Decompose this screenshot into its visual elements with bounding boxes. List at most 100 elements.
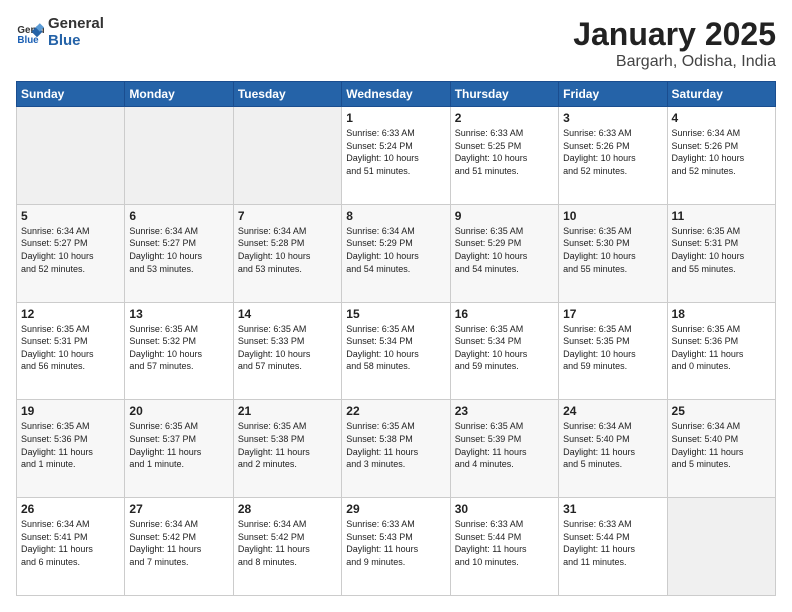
calendar-table: SundayMondayTuesdayWednesdayThursdayFrid… (16, 81, 776, 596)
calendar-week-row: 5 Sunrise: 6:34 AMSunset: 5:27 PMDaylight… (17, 204, 776, 302)
day-number: 6 (129, 209, 228, 223)
day-info: Sunrise: 6:35 AMSunset: 5:30 PMDaylight:… (563, 225, 662, 275)
calendar-day-cell: 5 Sunrise: 6:34 AMSunset: 5:27 PMDaylight… (17, 204, 125, 302)
calendar-day-cell: 10 Sunrise: 6:35 AMSunset: 5:30 PMDayligh… (559, 204, 667, 302)
day-info: Sunrise: 6:33 AMSunset: 5:25 PMDaylight:… (455, 127, 554, 177)
day-number: 9 (455, 209, 554, 223)
calendar-day-cell: 8 Sunrise: 6:34 AMSunset: 5:29 PMDaylight… (342, 204, 450, 302)
day-info: Sunrise: 6:35 AMSunset: 5:31 PMDaylight:… (672, 225, 771, 275)
day-info: Sunrise: 6:34 AMSunset: 5:42 PMDaylight:… (129, 518, 228, 568)
calendar-day-cell: 1Sunrise: 6:33 AMSunset: 5:24 PMDaylight… (342, 107, 450, 205)
calendar-day-cell: 7Sunrise: 6:34 AMSunset: 5:28 PMDaylight… (233, 204, 341, 302)
day-info: Sunrise: 6:35 AMSunset: 5:32 PMDaylight:… (129, 323, 228, 373)
day-number: 18 (672, 307, 771, 321)
day-number: 22 (346, 404, 445, 418)
calendar-day-cell: 4 Sunrise: 6:34 AMSunset: 5:26 PMDaylight… (667, 107, 775, 205)
day-number: 29 (346, 502, 445, 516)
weekday-header: Saturday (667, 82, 775, 107)
day-number: 14 (238, 307, 337, 321)
day-number: 21 (238, 404, 337, 418)
day-number: 30 (455, 502, 554, 516)
calendar-day-cell: 3 Sunrise: 6:33 AMSunset: 5:26 PMDaylight… (559, 107, 667, 205)
calendar-day-cell: 20 Sunrise: 6:35 AMSunset: 5:37 PMDayligh… (125, 400, 233, 498)
day-number: 4 (672, 111, 771, 125)
calendar-day-cell: 25Sunrise: 6:34 AMSunset: 5:40 PMDayligh… (667, 400, 775, 498)
day-number: 31 (563, 502, 662, 516)
day-info: Sunrise: 6:33 AMSunset: 5:43 PMDaylight:… (346, 518, 445, 568)
day-number: 26 (21, 502, 120, 516)
calendar-day-cell (17, 107, 125, 205)
day-info: Sunrise: 6:35 AMSunset: 5:35 PMDaylight:… (563, 323, 662, 373)
weekday-header: Monday (125, 82, 233, 107)
calendar-day-cell: 18 Sunrise: 6:35 AMSunset: 5:36 PMDayligh… (667, 302, 775, 400)
calendar-day-cell: 22 Sunrise: 6:35 AMSunset: 5:38 PMDayligh… (342, 400, 450, 498)
calendar-day-cell: 16Sunrise: 6:35 AMSunset: 5:34 PMDayligh… (450, 302, 558, 400)
day-info: Sunrise: 6:35 AMSunset: 5:34 PMDaylight:… (346, 323, 445, 373)
calendar-day-cell: 9Sunrise: 6:35 AMSunset: 5:29 PMDaylight… (450, 204, 558, 302)
calendar-day-cell: 14 Sunrise: 6:35 AMSunset: 5:33 PMDayligh… (233, 302, 341, 400)
day-info: Sunrise: 6:34 AMSunset: 5:41 PMDaylight:… (21, 518, 120, 568)
calendar-day-cell: 27 Sunrise: 6:34 AMSunset: 5:42 PMDayligh… (125, 498, 233, 596)
calendar-title: January 2025 (573, 16, 776, 53)
day-info: Sunrise: 6:34 AMSunset: 5:40 PMDaylight:… (563, 420, 662, 470)
calendar-day-cell: 15 Sunrise: 6:35 AMSunset: 5:34 PMDayligh… (342, 302, 450, 400)
day-info: Sunrise: 6:35 AMSunset: 5:38 PMDaylight:… (346, 420, 445, 470)
day-number: 1 (346, 111, 445, 125)
logo-line2: Blue (48, 33, 104, 50)
calendar-week-row: 1Sunrise: 6:33 AMSunset: 5:24 PMDaylight… (17, 107, 776, 205)
weekday-header-row: SundayMondayTuesdayWednesdayThursdayFrid… (17, 82, 776, 107)
day-number: 15 (346, 307, 445, 321)
day-info: Sunrise: 6:35 AMSunset: 5:31 PMDaylight:… (21, 323, 120, 373)
logo-icon: General Blue (16, 19, 44, 47)
day-number: 5 (21, 209, 120, 223)
day-info: Sunrise: 6:35 AMSunset: 5:33 PMDaylight:… (238, 323, 337, 373)
day-number: 27 (129, 502, 228, 516)
day-number: 20 (129, 404, 228, 418)
logo-line1: General (48, 16, 104, 33)
calendar-day-cell: 17 Sunrise: 6:35 AMSunset: 5:35 PMDayligh… (559, 302, 667, 400)
calendar-day-cell: 12 Sunrise: 6:35 AMSunset: 5:31 PMDayligh… (17, 302, 125, 400)
day-info: Sunrise: 6:33 AMSunset: 5:26 PMDaylight:… (563, 127, 662, 177)
header: General Blue General Blue January 2025 B… (16, 16, 776, 71)
day-number: 11 (672, 209, 771, 223)
day-info: Sunrise: 6:34 AMSunset: 5:29 PMDaylight:… (346, 225, 445, 275)
day-number: 12 (21, 307, 120, 321)
calendar-day-cell: 6 Sunrise: 6:34 AMSunset: 5:27 PMDaylight… (125, 204, 233, 302)
calendar-body: 1Sunrise: 6:33 AMSunset: 5:24 PMDaylight… (17, 107, 776, 596)
calendar-day-cell: 13 Sunrise: 6:35 AMSunset: 5:32 PMDayligh… (125, 302, 233, 400)
day-info: Sunrise: 6:34 AMSunset: 5:40 PMDaylight:… (672, 420, 771, 470)
calendar-day-cell: 30 Sunrise: 6:33 AMSunset: 5:44 PMDayligh… (450, 498, 558, 596)
day-number: 19 (21, 404, 120, 418)
day-number: 10 (563, 209, 662, 223)
day-info: Sunrise: 6:35 AMSunset: 5:38 PMDaylight:… (238, 420, 337, 470)
day-info: Sunrise: 6:33 AMSunset: 5:44 PMDaylight:… (455, 518, 554, 568)
calendar-day-cell: 28Sunrise: 6:34 AMSunset: 5:42 PMDayligh… (233, 498, 341, 596)
day-info: Sunrise: 6:35 AMSunset: 5:36 PMDaylight:… (672, 323, 771, 373)
calendar-day-cell: 2Sunrise: 6:33 AMSunset: 5:25 PMDaylight… (450, 107, 558, 205)
day-number: 16 (455, 307, 554, 321)
day-number: 3 (563, 111, 662, 125)
day-info: Sunrise: 6:34 AMSunset: 5:27 PMDaylight:… (21, 225, 120, 275)
day-info: Sunrise: 6:34 AMSunset: 5:26 PMDaylight:… (672, 127, 771, 177)
day-number: 23 (455, 404, 554, 418)
logo: General Blue General Blue (16, 16, 104, 49)
page: General Blue General Blue January 2025 B… (0, 0, 792, 612)
calendar-day-cell (233, 107, 341, 205)
day-info: Sunrise: 6:34 AMSunset: 5:27 PMDaylight:… (129, 225, 228, 275)
day-info: Sunrise: 6:35 AMSunset: 5:37 PMDaylight:… (129, 420, 228, 470)
day-number: 24 (563, 404, 662, 418)
day-number: 17 (563, 307, 662, 321)
day-number: 13 (129, 307, 228, 321)
day-number: 8 (346, 209, 445, 223)
calendar-day-cell: 11 Sunrise: 6:35 AMSunset: 5:31 PMDayligh… (667, 204, 775, 302)
calendar-day-cell: 29 Sunrise: 6:33 AMSunset: 5:43 PMDayligh… (342, 498, 450, 596)
calendar-day-cell: 21 Sunrise: 6:35 AMSunset: 5:38 PMDayligh… (233, 400, 341, 498)
weekday-header: Friday (559, 82, 667, 107)
calendar-week-row: 12 Sunrise: 6:35 AMSunset: 5:31 PMDayligh… (17, 302, 776, 400)
calendar-subtitle: Bargarh, Odisha, India (573, 53, 776, 71)
weekday-header: Sunday (17, 82, 125, 107)
calendar-day-cell: 23Sunrise: 6:35 AMSunset: 5:39 PMDayligh… (450, 400, 558, 498)
day-info: Sunrise: 6:34 AMSunset: 5:42 PMDaylight:… (238, 518, 337, 568)
day-number: 7 (238, 209, 337, 223)
weekday-header: Tuesday (233, 82, 341, 107)
